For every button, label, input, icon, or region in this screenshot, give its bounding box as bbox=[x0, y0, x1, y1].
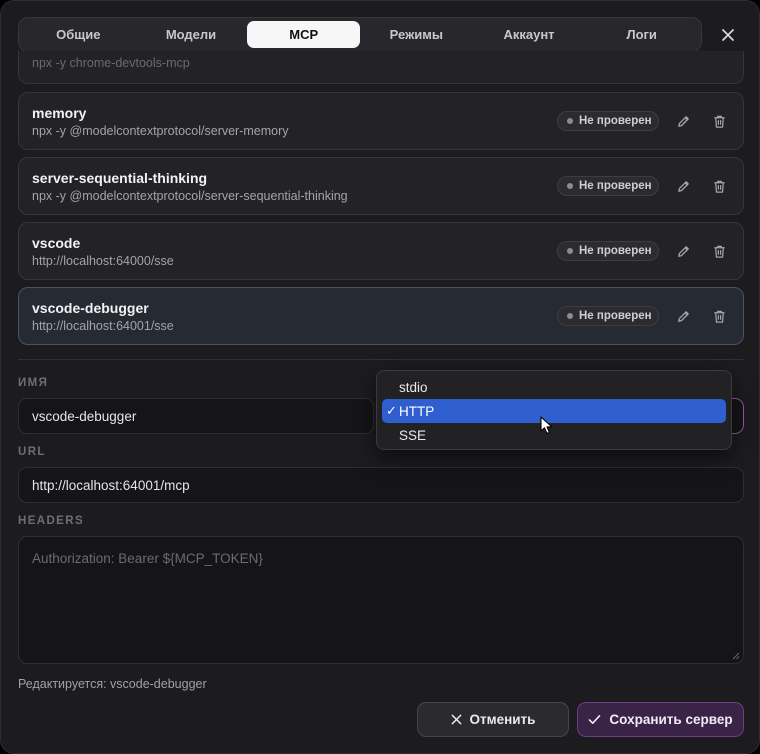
server-name: vscode bbox=[32, 235, 81, 251]
delete-button[interactable] bbox=[710, 177, 728, 195]
status-dot bbox=[567, 118, 573, 124]
status-badge: Не проверен bbox=[557, 306, 659, 326]
status-text: Не проверен bbox=[579, 245, 652, 257]
url-label: URL bbox=[18, 446, 46, 458]
server-card-vscode[interactable]: vscode http://localhost:64000/sse Не про… bbox=[18, 222, 744, 280]
status-badge: Не проверен bbox=[557, 241, 659, 261]
server-command: http://localhost:64001/sse bbox=[32, 319, 174, 333]
pencil-icon bbox=[677, 310, 689, 322]
delete-button[interactable] bbox=[710, 307, 728, 325]
check-icon: ✓ bbox=[386, 403, 397, 418]
server-card-memory[interactable]: memory npx -y @modelcontextprotocol/serv… bbox=[18, 92, 744, 150]
settings-window: Общие Модели MCP Режимы Аккаунт Логи npx… bbox=[0, 0, 760, 754]
tab-logs[interactable]: Логи bbox=[585, 21, 698, 48]
pencil-icon bbox=[677, 115, 689, 127]
status-dot bbox=[567, 313, 573, 319]
status-text: Не проверен bbox=[579, 310, 652, 322]
pencil-icon bbox=[677, 245, 689, 257]
trash-icon bbox=[713, 245, 725, 258]
section-divider bbox=[18, 359, 744, 360]
save-server-button[interactable]: Сохранить сервер bbox=[577, 702, 744, 737]
url-value: http://localhost:64001/mcp bbox=[32, 477, 190, 493]
server-card-sequential-thinking[interactable]: server-sequential-thinking npx -y @model… bbox=[18, 157, 744, 215]
status-text: Не проверен bbox=[579, 180, 652, 192]
check-icon bbox=[589, 715, 601, 724]
option-sse[interactable]: SSE bbox=[382, 423, 726, 447]
server-name: server-sequential-thinking bbox=[32, 170, 208, 186]
headers-textarea[interactable]: Authorization: Bearer ${MCP_TOKEN} bbox=[18, 536, 744, 664]
server-command: npx -y chrome-devtools-mcp bbox=[32, 56, 190, 70]
close-icon bbox=[451, 714, 461, 725]
server-command: npx -y @modelcontextprotocol/server-memo… bbox=[32, 124, 289, 138]
close-icon bbox=[722, 29, 734, 41]
trash-icon bbox=[713, 115, 725, 128]
headers-label: HEADERS bbox=[18, 515, 85, 527]
tab-general[interactable]: Общие bbox=[22, 21, 135, 48]
settings-tabs: Общие Модели MCP Режимы Аккаунт Логи bbox=[18, 17, 702, 52]
server-name: memory bbox=[32, 105, 87, 121]
name-value: vscode-debugger bbox=[32, 408, 137, 424]
server-command: npx -y @modelcontextprotocol/server-sequ… bbox=[32, 189, 348, 203]
status-badge: Не проверен bbox=[557, 111, 659, 131]
edit-button[interactable] bbox=[674, 242, 692, 260]
server-command: http://localhost:64000/sse bbox=[32, 254, 174, 268]
resize-grip-icon[interactable] bbox=[732, 652, 740, 660]
close-button[interactable] bbox=[715, 23, 741, 47]
status-dot bbox=[567, 183, 573, 189]
option-http[interactable]: ✓ HTTP bbox=[382, 399, 726, 423]
edit-button[interactable] bbox=[674, 307, 692, 325]
edit-button[interactable] bbox=[674, 177, 692, 195]
option-stdio[interactable]: stdio bbox=[382, 375, 726, 399]
status-badge: Не проверен bbox=[557, 176, 659, 196]
cancel-label: Отменить bbox=[469, 712, 536, 727]
delete-button[interactable] bbox=[710, 112, 728, 130]
tab-account[interactable]: Аккаунт bbox=[473, 21, 586, 48]
transport-dropdown: stdio ✓ HTTP SSE bbox=[376, 370, 732, 450]
trash-icon bbox=[713, 180, 725, 193]
editing-note: Редактируется: vscode-debugger bbox=[18, 677, 207, 691]
server-name: vscode-debugger bbox=[32, 300, 149, 316]
edit-button[interactable] bbox=[674, 112, 692, 130]
status-dot bbox=[567, 248, 573, 254]
server-card-partial[interactable]: npx -y chrome-devtools-mcp bbox=[18, 51, 744, 84]
delete-button[interactable] bbox=[710, 242, 728, 260]
trash-icon bbox=[713, 310, 725, 323]
server-card-vscode-debugger[interactable]: vscode-debugger http://localhost:64001/s… bbox=[18, 287, 744, 345]
name-field[interactable]: vscode-debugger bbox=[18, 398, 374, 434]
tab-mcp[interactable]: MCP bbox=[247, 21, 361, 48]
pencil-icon bbox=[677, 180, 689, 192]
tab-models[interactable]: Модели bbox=[135, 21, 248, 48]
name-label: ИМЯ bbox=[18, 377, 49, 389]
headers-placeholder: Authorization: Bearer ${MCP_TOKEN} bbox=[32, 551, 263, 566]
tab-modes[interactable]: Режимы bbox=[360, 21, 473, 48]
mouse-cursor-icon bbox=[540, 416, 553, 435]
save-label: Сохранить сервер bbox=[609, 712, 733, 727]
url-field[interactable]: http://localhost:64001/mcp bbox=[18, 467, 744, 503]
cancel-button[interactable]: Отменить bbox=[417, 702, 569, 737]
status-text: Не проверен bbox=[579, 115, 652, 127]
